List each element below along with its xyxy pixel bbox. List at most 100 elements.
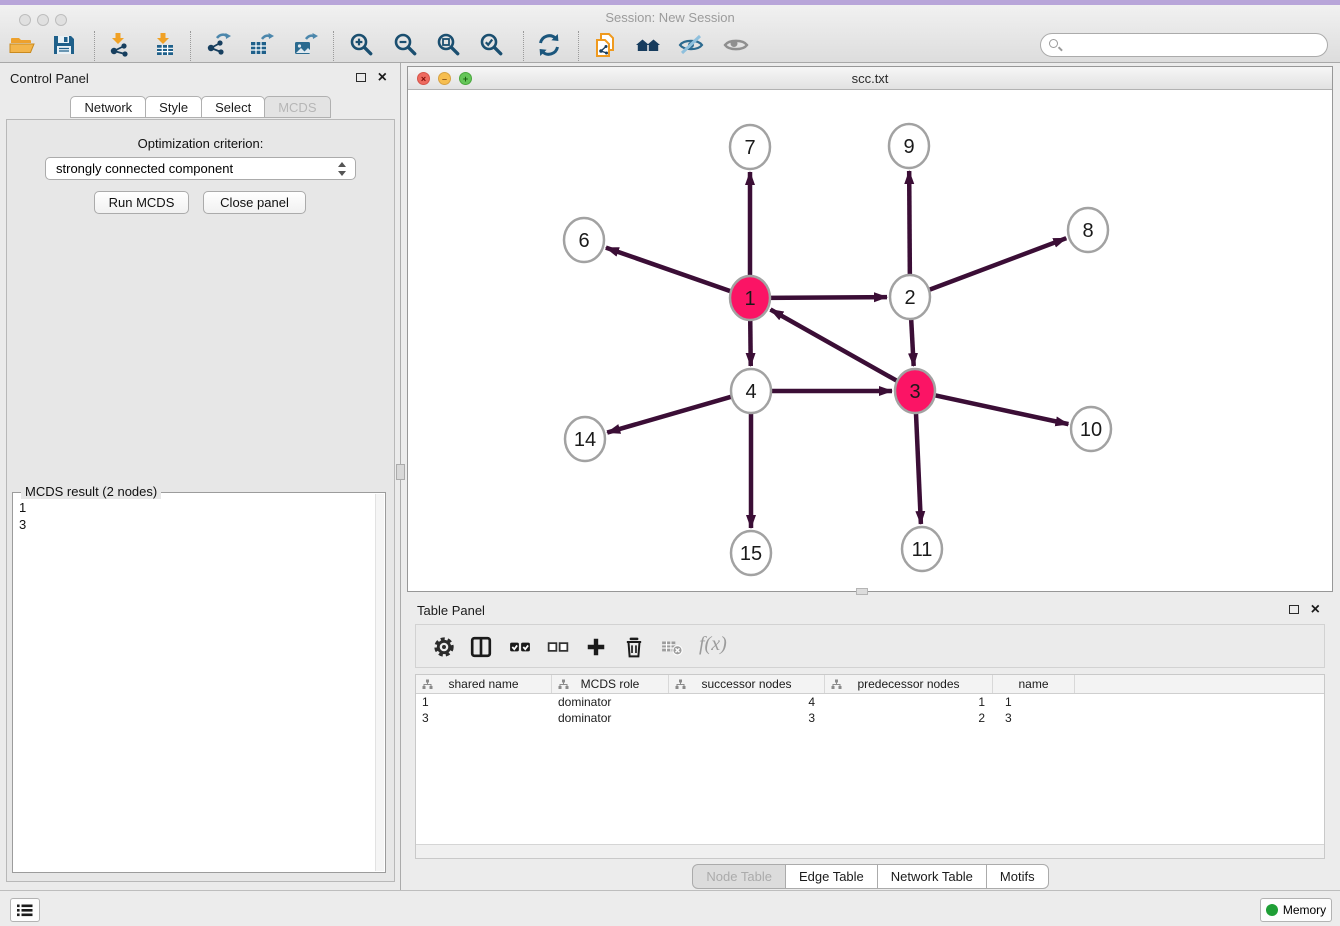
graph-node-2[interactable]: 2	[890, 275, 930, 319]
close-panel-button[interactable]: Close panel	[203, 191, 306, 214]
float-table-panel-icon[interactable]	[1289, 605, 1299, 614]
graph-edge-3-11[interactable]	[916, 411, 921, 524]
fit-content-icon[interactable]	[436, 32, 462, 58]
graph-node-label: 1	[744, 288, 755, 310]
float-panel-icon[interactable]	[356, 73, 366, 82]
vertical-splitter-grip[interactable]	[396, 464, 405, 480]
table-cell: dominator	[552, 694, 669, 710]
tab-network[interactable]: Network	[70, 96, 146, 118]
graph-node-3[interactable]: 3	[895, 369, 935, 413]
create-column-plus-icon[interactable]	[585, 636, 607, 658]
table-toolbar: f(x)	[415, 624, 1325, 668]
table-tabs: Node Table Edge Table Network Table Moti…	[407, 864, 1333, 889]
graph-edge-1-2[interactable]	[768, 297, 887, 298]
column-header-shared-name[interactable]: shared name	[416, 675, 552, 693]
open-session-icon[interactable]	[9, 32, 35, 58]
tab-node-table[interactable]: Node Table	[692, 864, 786, 889]
column-header-predecessor-nodes[interactable]: predecessor nodes	[825, 675, 993, 693]
memory-button[interactable]: Memory	[1260, 898, 1332, 922]
select-all-columns-icon[interactable]	[509, 636, 531, 658]
graph-edge-2-9[interactable]	[909, 171, 910, 277]
export-network-icon[interactable]	[205, 32, 231, 58]
column-header-MCDS-role[interactable]: MCDS role	[552, 675, 669, 693]
tab-motifs[interactable]: Motifs	[986, 864, 1049, 889]
delete-table-icon[interactable]	[661, 636, 683, 658]
graph-node-11[interactable]: 11	[902, 527, 942, 571]
import-network-icon[interactable]	[107, 32, 133, 58]
home-icon[interactable]	[635, 32, 661, 58]
graph-edge-2-3[interactable]	[911, 317, 914, 366]
graph-node-4[interactable]: 4	[731, 369, 771, 413]
toolbar-separator	[333, 31, 334, 61]
table-body: 1dominator4113dominator323	[416, 694, 1324, 726]
graph-node-7[interactable]: 7	[730, 125, 770, 169]
horizontal-splitter-grip[interactable]	[856, 588, 868, 595]
zoom-selected-icon[interactable]	[479, 32, 505, 58]
mcds-result-list[interactable]: 1 3	[15, 499, 373, 870]
table-cell: 3	[993, 710, 1075, 726]
task-history-list-button[interactable]	[10, 898, 40, 922]
hide-selected-eye-icon[interactable]	[678, 32, 704, 58]
tab-select[interactable]: Select	[201, 96, 265, 118]
graph-node-9[interactable]: 9	[889, 124, 929, 168]
graph-edge-2-8[interactable]	[927, 238, 1066, 290]
function-builder-icon[interactable]: f(x)	[699, 633, 727, 656]
delete-column-trash-icon[interactable]	[623, 636, 645, 658]
table-row[interactable]: 1dominator411	[416, 694, 1324, 710]
duplicate-network-icon[interactable]	[592, 32, 618, 58]
column-header-successor-nodes[interactable]: successor nodes	[669, 675, 825, 693]
export-table-icon[interactable]	[248, 32, 274, 58]
network-window-title: scc.txt	[408, 71, 1332, 86]
graph-node-8[interactable]: 8	[1068, 208, 1108, 252]
tab-mcds[interactable]: MCDS	[264, 96, 330, 118]
scrollbar[interactable]	[375, 494, 384, 871]
close-table-panel-icon[interactable]: ×	[1311, 603, 1320, 617]
graph-node-1[interactable]: 1	[730, 276, 770, 320]
run-mcds-button[interactable]: Run MCDS	[94, 191, 189, 214]
graph-edge-1-6[interactable]	[606, 248, 733, 292]
graph-edge-3-1[interactable]	[770, 310, 899, 382]
search-box[interactable]	[1040, 33, 1328, 57]
table-row[interactable]: 3dominator323	[416, 710, 1324, 726]
table-panel-title: Table Panel	[417, 603, 485, 618]
show-columns-icon[interactable]	[470, 636, 492, 658]
graph-edge-3-10[interactable]	[933, 395, 1069, 424]
search-input[interactable]	[1067, 35, 1322, 55]
tab-style[interactable]: Style	[145, 96, 202, 118]
criterion-dropdown[interactable]: strongly connected component	[45, 157, 356, 180]
graph-node-15[interactable]: 15	[731, 531, 771, 575]
criterion-value: strongly connected component	[56, 161, 233, 176]
graph-node-10[interactable]: 10	[1071, 407, 1111, 451]
status-bar: Memory	[0, 890, 1340, 926]
table-settings-gear-icon[interactable]	[433, 636, 455, 658]
save-session-icon[interactable]	[51, 32, 77, 58]
graph-edge-4-14[interactable]	[607, 396, 733, 433]
tab-network-table[interactable]: Network Table	[877, 864, 987, 889]
unselect-all-columns-icon[interactable]	[547, 636, 569, 658]
table-cell: 1	[825, 694, 993, 710]
graph-edge-1-4[interactable]	[750, 318, 751, 366]
table-cell: 3	[416, 710, 552, 726]
close-panel-icon[interactable]: ×	[378, 71, 387, 85]
mcds-result-title: MCDS result (2 nodes)	[21, 484, 161, 499]
table-cell: 1	[993, 694, 1075, 710]
window-title: Session: New Session	[0, 10, 1340, 25]
tab-edge-table[interactable]: Edge Table	[785, 864, 878, 889]
network-canvas[interactable]: 1 2 3 4 6 7 8 9 10 11 14 15	[408, 90, 1332, 591]
toolbar-separator	[523, 31, 524, 61]
graph-node-6[interactable]: 6	[564, 218, 604, 262]
graph-node-14[interactable]: 14	[565, 417, 605, 461]
network-graph[interactable]: 1 2 3 4 6 7 8 9 10 11 14 15	[408, 90, 1332, 591]
column-header-name[interactable]: name	[993, 675, 1075, 693]
export-image-icon[interactable]	[292, 32, 318, 58]
refresh-icon[interactable]	[536, 32, 562, 58]
show-all-eye-icon[interactable]	[723, 32, 749, 58]
table-cell: 3	[669, 710, 825, 726]
optimization-criterion-label: Optimization criterion:	[7, 136, 394, 151]
table-horizontal-scrollbar[interactable]	[416, 844, 1324, 858]
zoom-in-icon[interactable]	[349, 32, 375, 58]
mcds-result-box: MCDS result (2 nodes) 1 3	[12, 492, 386, 873]
import-table-icon[interactable]	[152, 32, 178, 58]
zoom-out-icon[interactable]	[393, 32, 419, 58]
memory-label: Memory	[1283, 903, 1326, 917]
